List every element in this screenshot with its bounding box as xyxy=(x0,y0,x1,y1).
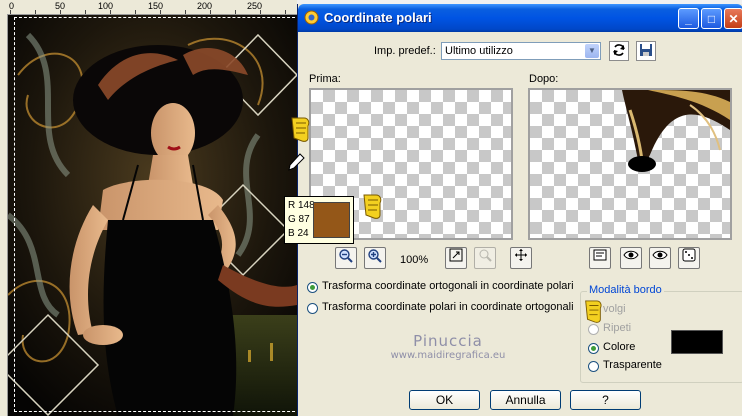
before-label: Prima: xyxy=(309,73,341,85)
after-label: Dopo: xyxy=(529,73,559,85)
mode-radio-rect-to-polar[interactable] xyxy=(307,282,318,293)
close-button[interactable]: ✕ xyxy=(724,8,742,29)
magnifier-disabled-icon xyxy=(479,249,492,262)
randomize-button[interactable] xyxy=(678,247,700,269)
zoom-level: 100% xyxy=(400,254,429,266)
vertical-ruler xyxy=(0,14,8,416)
ok-button[interactable]: OK xyxy=(409,390,480,410)
zoom-in-button[interactable] xyxy=(364,247,386,269)
color-r-value: R 148 xyxy=(288,200,315,211)
border-label-color[interactable]: Colore xyxy=(603,341,635,353)
preset-value: Ultimo utilizzo xyxy=(445,45,513,57)
color-g-value: G 87 xyxy=(288,214,310,225)
border-radio-color[interactable] xyxy=(588,343,599,354)
border-mode-title: Modalità bordo xyxy=(587,284,664,296)
cancel-button[interactable]: Annulla xyxy=(490,390,561,410)
mode-label-rect-to-polar[interactable]: Trasforma coordinate ortogonali in coord… xyxy=(322,280,574,292)
eye-toggle-button[interactable] xyxy=(649,247,671,269)
fit-button[interactable] xyxy=(445,247,467,269)
minimize-button[interactable]: _ xyxy=(678,8,699,29)
app-icon xyxy=(304,10,319,25)
proof-button[interactable] xyxy=(589,247,611,269)
pan-button[interactable] xyxy=(510,247,532,269)
reset-preset-icon xyxy=(613,44,625,56)
border-color-swatch[interactable] xyxy=(671,330,723,354)
title-bar[interactable]: Coordinate polari _ □ ✕ xyxy=(298,4,742,32)
border-radio-repeat[interactable] xyxy=(588,324,599,335)
save-preset-icon xyxy=(640,44,652,56)
maximize-button[interactable]: □ xyxy=(701,8,722,29)
pointer-hand-icon xyxy=(585,300,602,323)
artwork-image xyxy=(8,15,297,416)
chevron-down-icon: ▼ xyxy=(585,44,599,58)
eye-preview-button[interactable] xyxy=(620,247,642,269)
preset-label: Imp. predef.: xyxy=(374,45,436,57)
mode-label-polar-to-rect[interactable]: Trasforma coordinate polari in coordinat… xyxy=(322,301,574,313)
zoom-out-icon xyxy=(339,249,353,263)
dialog-title: Coordinate polari xyxy=(324,10,432,25)
eye-icon xyxy=(623,250,639,260)
border-label-transparent[interactable]: Trasparente xyxy=(603,359,662,371)
pan-icon xyxy=(515,249,527,261)
eye-icon xyxy=(652,250,668,260)
eyedropper-icon xyxy=(288,153,305,171)
fit-icon xyxy=(449,248,463,262)
image-canvas[interactable] xyxy=(8,15,297,416)
dice-icon xyxy=(682,248,696,262)
color-tooltip-swatch xyxy=(313,202,350,238)
watermark-name: Pinuccia xyxy=(413,332,483,350)
border-label-wrap[interactable]: volgi xyxy=(603,303,626,315)
horizontal-ruler: 0 50 100 150 200 250 xyxy=(0,0,297,15)
pointer-hand-icon xyxy=(291,117,310,142)
preset-dropdown[interactable]: Ultimo utilizzo ▼ xyxy=(441,42,601,60)
border-label-repeat[interactable]: Ripeti xyxy=(603,322,631,334)
watermark: Pinuccia www.maidiregrafica.eu xyxy=(358,332,538,361)
mode-radio-polar-to-rect[interactable] xyxy=(307,303,318,314)
save-preset-button[interactable] xyxy=(636,41,656,61)
color-picker-tooltip: R 148 G 87 B 24 xyxy=(284,196,354,244)
reset-preset-button[interactable] xyxy=(609,41,629,61)
actual-size-button xyxy=(474,247,496,269)
after-preview-image xyxy=(622,90,730,172)
watermark-url: www.maidiregrafica.eu xyxy=(390,350,506,361)
polar-coordinates-dialog: Coordinate polari _ □ ✕ Imp. predef.: Ul… xyxy=(288,4,742,416)
help-button[interactable]: ? xyxy=(570,390,641,410)
proof-icon xyxy=(593,249,607,261)
after-preview[interactable] xyxy=(528,88,732,240)
color-b-value: B 24 xyxy=(288,228,309,239)
zoom-in-icon xyxy=(368,249,382,263)
pointer-hand-icon xyxy=(363,194,382,219)
border-radio-transparent[interactable] xyxy=(588,361,599,372)
zoom-out-button[interactable] xyxy=(335,247,357,269)
